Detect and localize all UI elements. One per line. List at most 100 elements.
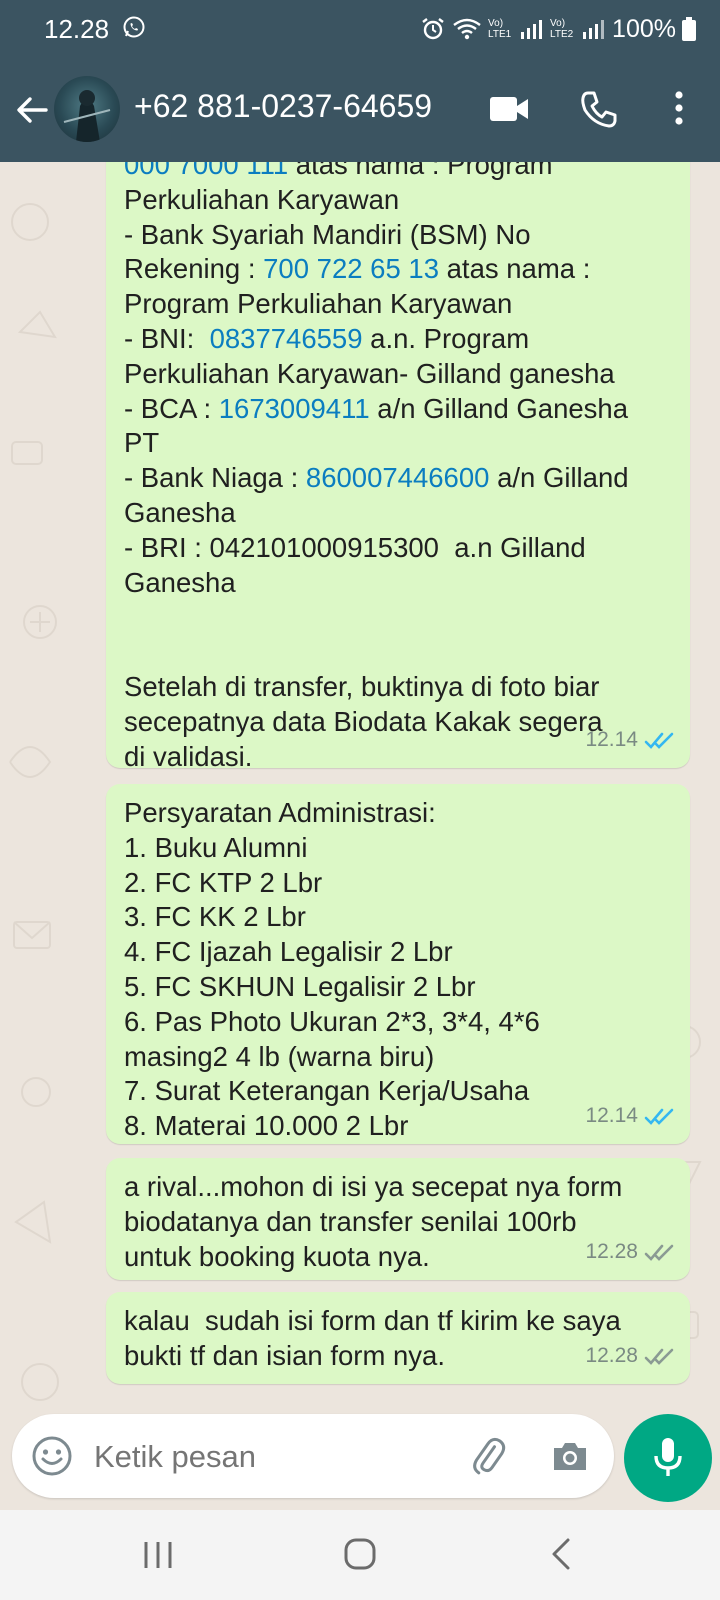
message-line: - Bank Syariah Mandiri (BSM) No: [124, 218, 672, 253]
message-line: Program Perkuliahan Karyawan: [124, 287, 672, 322]
message-time: 12.28: [585, 1344, 638, 1368]
message-text-segment: [124, 636, 132, 667]
message-text-segment: Ganesha: [124, 566, 236, 598]
message-text-segment: 4. FC Ijazah Legalisir 2 Lbr: [124, 936, 453, 968]
message-line: [124, 600, 672, 635]
message-text-segment: 3. FC KK 2 Lbr: [124, 901, 306, 933]
message-text-segment: 5. FC SKHUN Legalisir 2 Lbr: [124, 970, 476, 1002]
double-check-icon: [644, 1244, 674, 1261]
battery-percent: 100%: [612, 14, 676, 43]
message-time: 12.28: [585, 1240, 638, 1264]
sim1-label: Vo) LTE1: [488, 18, 512, 40]
message-text-segment: Setelah di transfer, buktinya di foto bi…: [124, 670, 600, 702]
chat-header: +62 881-0237-64659: [0, 58, 720, 162]
message-line: Rekening : 700 722 65 13 atas nama :: [124, 252, 672, 287]
message-line: 000 7000 111 atas nama : Program: [124, 162, 672, 183]
message-line: - BNI: 0837746559 a.n. Program: [124, 322, 672, 357]
message-bubble[interactable]: Persyaratan Administrasi: 1. Buku Alumni 2…: [106, 784, 690, 1144]
whatsapp-icon: [123, 16, 145, 38]
status-bar: 12.28 Vo) LTE1 Vo) LTE2 100%: [0, 0, 720, 58]
emoji-icon[interactable]: [30, 1434, 74, 1478]
message-text-segment: - Bank Syariah Mandiri (BSM) No: [124, 218, 531, 250]
double-check-icon: [644, 1108, 674, 1125]
message-text-segment: - Bank Niaga :: [124, 462, 306, 494]
alarm-icon: [422, 18, 444, 40]
wifi-icon: [453, 18, 481, 40]
back-arrow-icon[interactable]: [14, 92, 50, 128]
message-bubble[interactable]: a rival...mohon di isi ya secepat nya fo…: [106, 1158, 690, 1280]
account-number-link[interactable]: 700 722 65 13: [263, 253, 439, 284]
message-line: Persyaratan Administrasi:: [124, 796, 672, 831]
camera-icon[interactable]: [548, 1434, 592, 1478]
avatar[interactable]: [54, 76, 120, 142]
message-meta: 12.28: [585, 1235, 676, 1270]
message-line: 3. FC KK 2 Lbr: [124, 900, 672, 935]
signal-icon: [521, 20, 543, 39]
video-call-icon[interactable]: [488, 94, 530, 124]
message-line: - BCA : 1673009411 a/n Gilland Ganesha: [124, 392, 672, 427]
signal-icon: [583, 20, 605, 39]
message-time: 12.14: [585, 728, 638, 752]
message-line: kalau sudah isi form dan tf kirim ke say…: [124, 1304, 672, 1339]
message-line: Ganesha: [124, 496, 672, 531]
message-text-segment: 7. Surat Keterangan Kerja/Usaha: [124, 1075, 530, 1107]
message-line: masing2 4 lb (warna biru): [124, 1040, 672, 1075]
system-nav-bar: [0, 1510, 720, 1600]
message-text-segment: Rekening :: [124, 253, 264, 285]
message-line: PT: [124, 426, 672, 461]
message-line: - BRI : 042101000915300 a.n Gilland: [124, 531, 672, 566]
message-text-segment: 2. FC KTP 2 Lbr: [124, 866, 323, 898]
message-line: Ganesha: [124, 566, 672, 601]
message-text-segment: masing2 4 lb (warna biru): [124, 1040, 435, 1072]
battery-icon: [682, 17, 696, 41]
status-indicators: Vo) LTE1 Vo) LTE2 100%: [420, 12, 696, 46]
message-text-segment: secepatnya data Biodata Kakak segera: [124, 705, 603, 737]
message-text-segment: 1. Buku Alumni: [124, 831, 308, 863]
message-text-segment: atas nama :: [439, 253, 591, 285]
message-text-segment: bukti tf dan isian form nya.: [124, 1339, 445, 1371]
message-meta: 12.28: [585, 1339, 676, 1374]
message-input[interactable]: [92, 1436, 436, 1478]
account-number-link[interactable]: 1673009411: [219, 393, 370, 424]
sim2-label: Vo) LTE2: [550, 18, 574, 40]
message-line: Perkuliahan Karyawan: [124, 183, 672, 218]
message-text-segment: di validasi.: [124, 740, 253, 772]
message-text-segment: a.n. Program: [362, 322, 530, 354]
contact-name[interactable]: +62 881-0237-64659: [134, 88, 432, 125]
more-vert-icon[interactable]: [664, 88, 694, 128]
message-line: [124, 635, 672, 670]
account-number-link[interactable]: 000 7000 111: [124, 162, 288, 180]
message-text: Persyaratan Administrasi: 1. Buku Alumni 2…: [124, 796, 672, 1144]
message-text-segment: Program Perkuliahan Karyawan: [124, 288, 513, 320]
message-line: 5. FC SKHUN Legalisir 2 Lbr: [124, 970, 672, 1005]
message-text: 000 7000 111 atas nama : Program Perkulia…: [124, 162, 672, 774]
message-text-segment: Perkuliahan Karyawan- Gilland ganesha: [124, 357, 615, 389]
double-check-icon: [644, 732, 674, 749]
message-line: 4. FC Ijazah Legalisir 2 Lbr: [124, 935, 672, 970]
message-composer: [12, 1414, 614, 1498]
home-icon[interactable]: [342, 1536, 378, 1572]
message-line: 6. Pas Photo Ukuran 2*3, 3*4, 4*6: [124, 1005, 672, 1040]
message-text-segment: biodatanya dan transfer senilai 100rb: [124, 1205, 577, 1237]
message-line: Perkuliahan Karyawan- Gilland ganesha: [124, 357, 672, 392]
avatar-image: [63, 90, 111, 142]
phone-icon[interactable]: [580, 90, 618, 128]
message-text-segment: - BCA :: [124, 392, 219, 424]
attach-icon[interactable]: [466, 1434, 510, 1478]
message-line: a rival...mohon di isi ya secepat nya fo…: [124, 1170, 672, 1205]
message-line: - Bank Niaga : 860007446600 a/n Gilland: [124, 461, 672, 496]
voice-message-button[interactable]: [624, 1414, 712, 1502]
account-number-link[interactable]: 0837746559: [210, 323, 363, 354]
nav-back-icon[interactable]: [548, 1536, 574, 1572]
chat-area[interactable]: 000 7000 111 atas nama : Program Perkulia…: [0, 162, 720, 1508]
message-text-segment: PT: [124, 427, 160, 459]
account-number-link[interactable]: 860007446600: [306, 462, 490, 493]
message-text-segment: atas nama : Program: [288, 162, 553, 180]
message-text-segment: 8. Materai 10.000 2 Lbr: [124, 1110, 409, 1142]
message-bubble[interactable]: kalau sudah isi form dan tf kirim ke say…: [106, 1292, 690, 1384]
message-text-segment: a rival...mohon di isi ya secepat nya fo…: [124, 1171, 623, 1202]
recents-icon[interactable]: [140, 1538, 176, 1572]
message-bubble[interactable]: 000 7000 111 atas nama : Program Perkulia…: [106, 162, 690, 772]
message-text-segment: [124, 601, 132, 632]
message-line: 2. FC KTP 2 Lbr: [124, 866, 672, 901]
